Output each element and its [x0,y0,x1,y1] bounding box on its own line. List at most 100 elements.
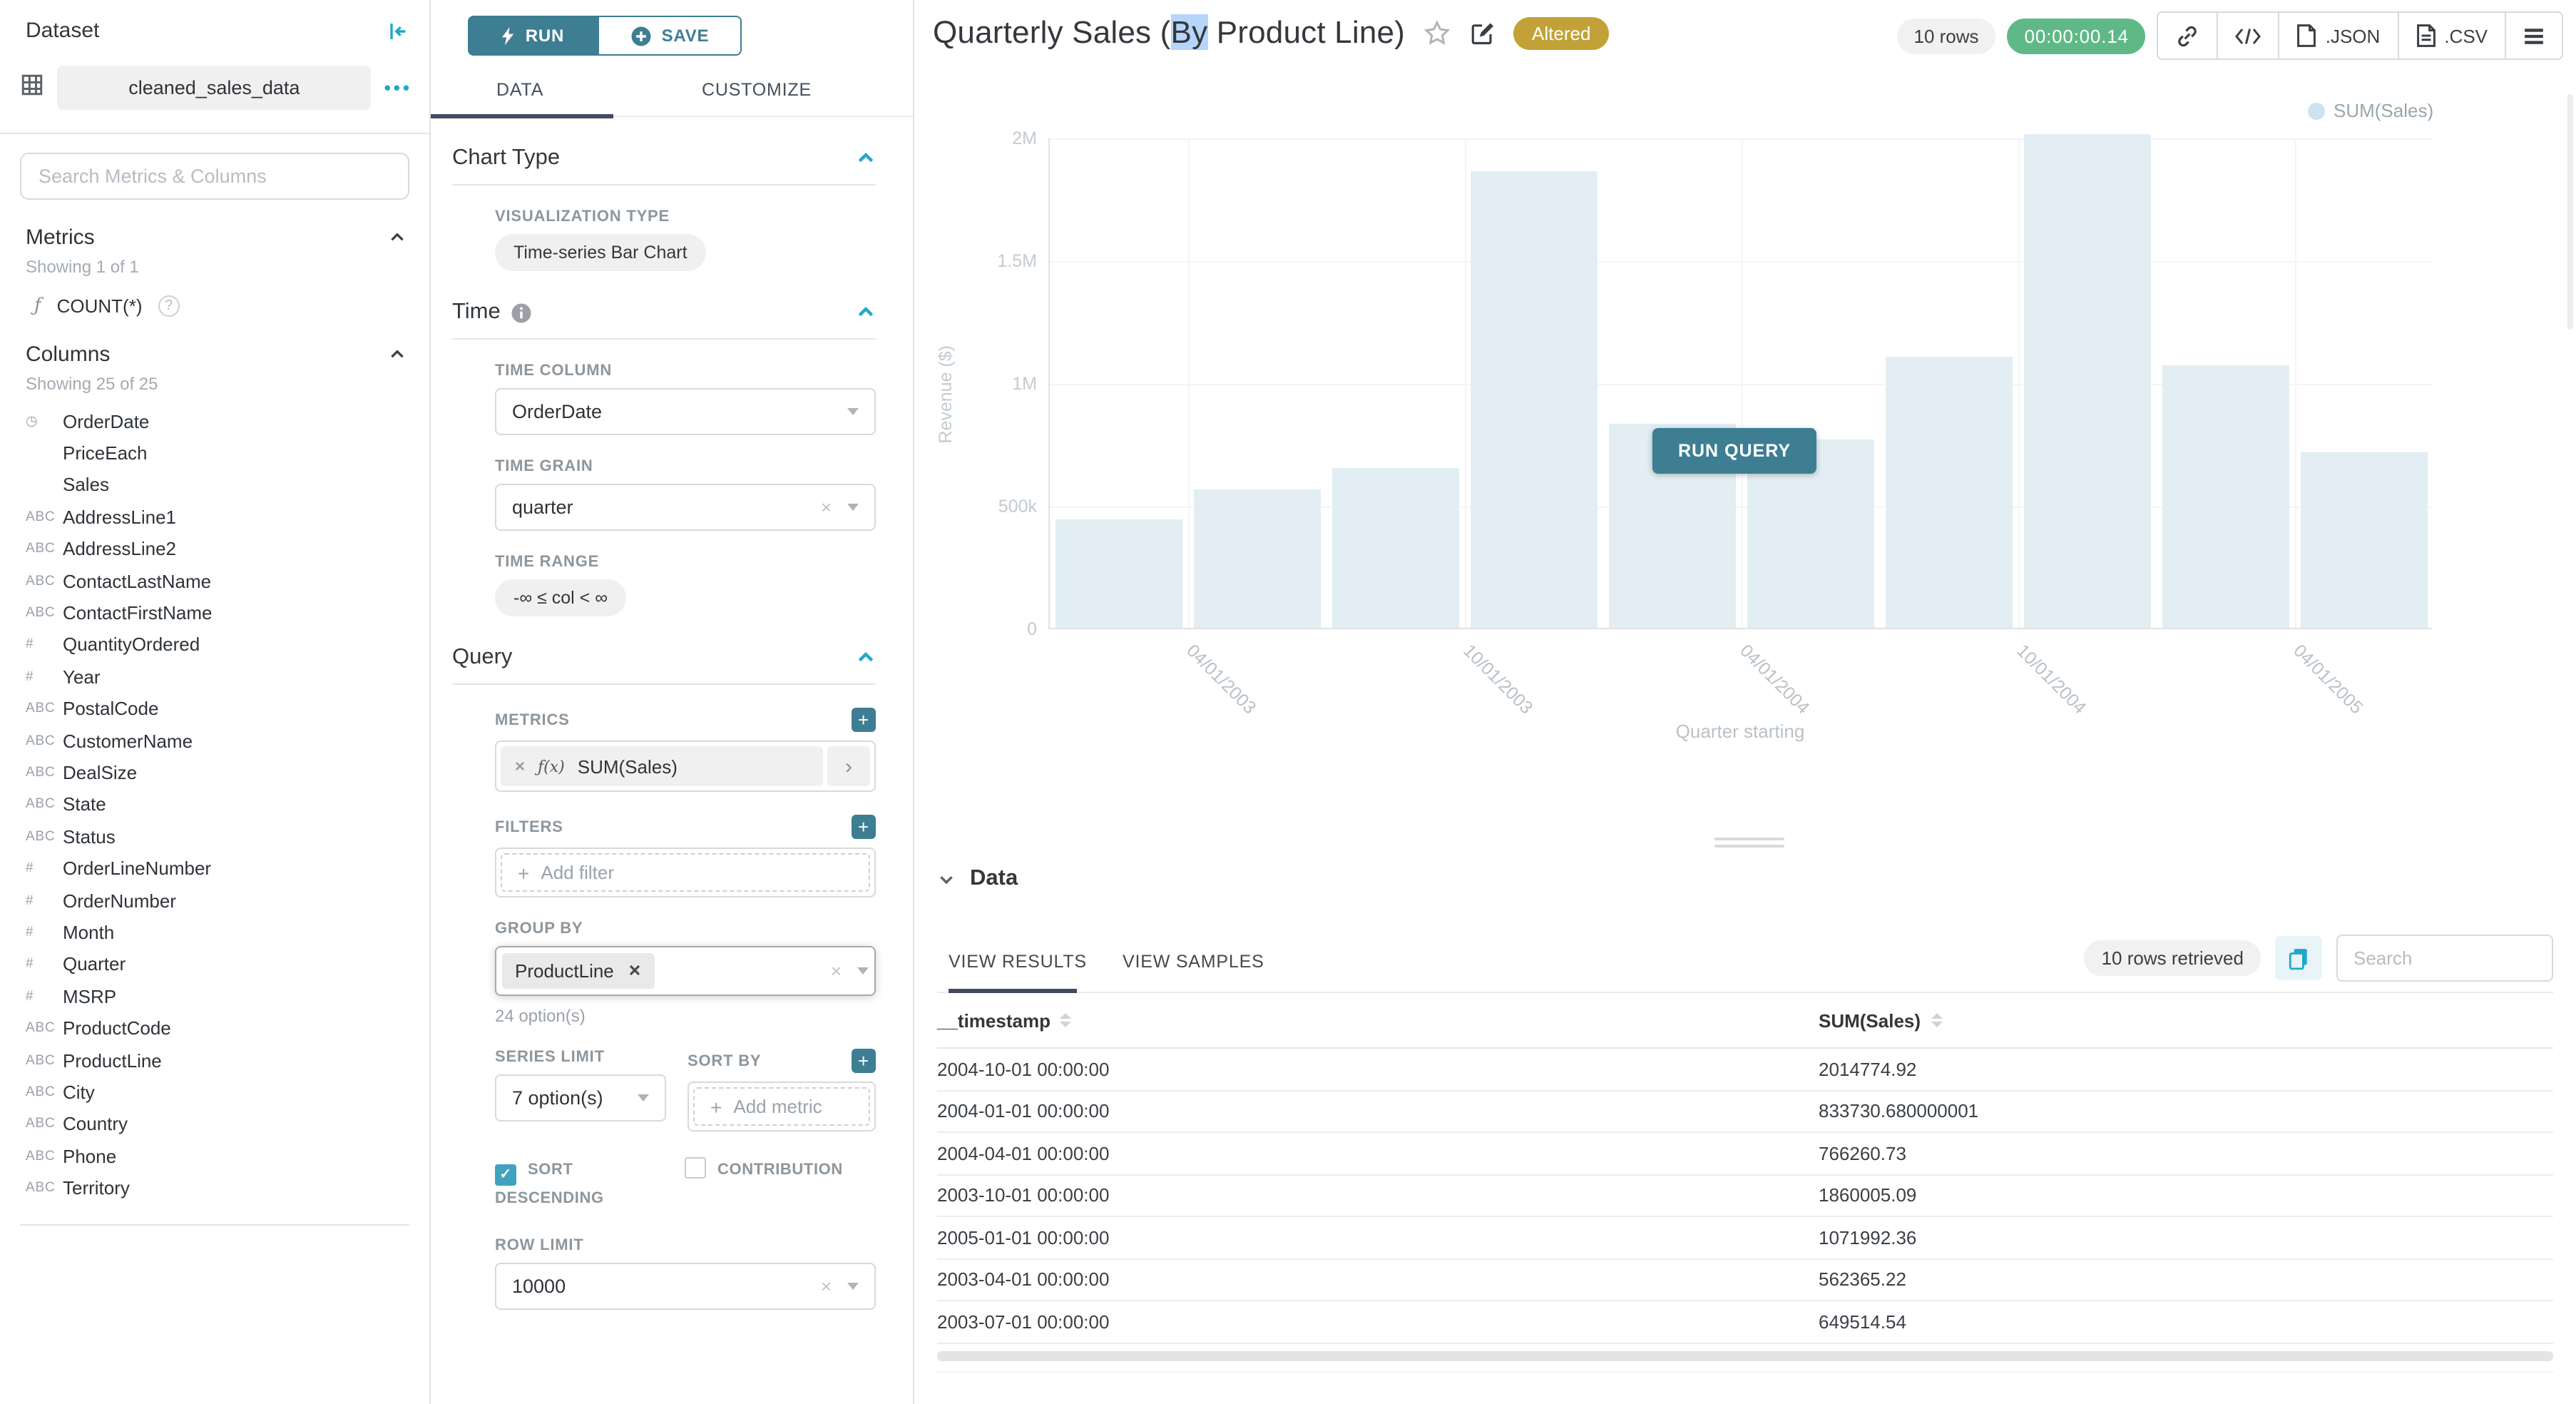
dataset-panel-header: Dataset [0,0,429,54]
results-search-input[interactable] [2336,935,2553,982]
remove-metric-icon[interactable]: × [515,756,525,776]
run-button[interactable]: RUN [468,16,598,56]
column-list-item[interactable]: ABC PostalCode [0,693,429,725]
plus-icon: + [518,861,529,884]
chart-title[interactable]: Quarterly Sales (By Product Line) [933,14,1405,51]
favorite-star-icon[interactable] [1422,18,1452,48]
table-row[interactable]: 2004-10-01 00:00:00 2014774.92 [937,1049,2553,1091]
metric-item[interactable]: ƒ COUNT(*) ? [0,277,429,322]
table-row[interactable]: 2003-04-01 00:00:00 562365.22 [937,1259,2553,1301]
bar-chart[interactable]: SUM(Sales) Revenue ($) 2M 1.5M 1M 500k 0… [916,80,2576,846]
save-button[interactable]: SAVE [598,16,742,56]
run-query-button[interactable]: RUN QUERY [1652,428,1816,474]
horizontal-scrollbar[interactable] [937,1350,2553,1360]
clear-icon[interactable]: × [821,497,832,518]
columns-collapse-icon[interactable] [388,345,407,364]
column-list-item[interactable]: ABC Status [0,820,429,853]
sum-sales-column-header[interactable]: SUM(Sales) [1819,1009,1942,1031]
tab-view-samples[interactable]: VIEW SAMPLES [1123,952,1264,972]
altered-badge[interactable]: Altered [1513,16,1609,49]
copy-link-button[interactable] [2159,13,2219,58]
time-grain-select[interactable]: quarter × [495,484,876,531]
panel-resize-handle[interactable] [1714,838,1784,852]
column-list-item[interactable]: ABC ProductLine [0,1044,429,1077]
viz-type-value[interactable]: Time-series Bar Chart [495,234,706,271]
clear-icon[interactable]: × [831,960,842,982]
export-csv-button[interactable]: .CSV [2398,13,2506,58]
add-filter-dropzone[interactable]: + Add filter [501,853,870,892]
chart-legend[interactable]: SUM(Sales) [2308,100,2433,121]
column-list-item[interactable]: ABC AddressLine1 [0,501,429,533]
expand-metric-icon[interactable]: › [827,746,870,786]
groupby-chip[interactable]: ProductLine ✕ [502,953,654,989]
section-collapse-icon[interactable] [856,648,876,668]
column-list-item[interactable]: # OrderNumber [0,885,429,917]
column-list-item[interactable]: ◷ OrderDate [0,405,429,437]
section-collapse-icon[interactable] [856,302,876,322]
column-list-item[interactable]: # QuantityOrdered [0,629,429,661]
table-row[interactable]: 2003-10-01 00:00:00 1860005.09 [937,1175,2553,1217]
chart-menu-button[interactable] [2506,13,2562,58]
tab-customize[interactable]: CUSTOMIZE [702,80,812,100]
remove-groupby-icon[interactable]: ✕ [628,962,641,980]
clear-icon[interactable]: × [821,1276,832,1297]
column-list-item[interactable]: ABC Territory [0,1172,429,1204]
tab-view-results[interactable]: VIEW RESULTS [949,952,1087,972]
info-icon[interactable] [511,302,532,323]
collapse-sidebar-icon[interactable] [387,19,409,42]
column-label: City [63,1082,95,1103]
add-metric-button[interactable]: + [852,708,876,732]
add-sort-metric-dropzone[interactable]: + Add metric [693,1087,870,1126]
contribution-checkbox[interactable]: CONTRIBUTION [685,1157,843,1214]
column-list-item[interactable]: PriceEach [0,437,429,469]
column-label: Year [63,666,101,688]
column-list-item[interactable]: ABC City [0,1076,429,1108]
sort-descending-checkbox[interactable]: ✓SORT DESCENDING [495,1157,655,1214]
bar [1056,519,1182,628]
section-collapse-icon[interactable] [856,148,876,168]
help-icon[interactable]: ? [158,295,180,317]
tab-data[interactable]: DATA [496,80,543,100]
series-limit-select[interactable]: 7 option(s) [495,1074,666,1121]
column-list-item[interactable]: ABC ProductCode [0,1012,429,1044]
table-row[interactable]: 2004-04-01 00:00:00 766260.73 [937,1133,2553,1175]
column-list-item[interactable]: Sales [0,469,429,502]
table-row[interactable]: 2004-01-01 00:00:00 833730.680000001 [937,1091,2553,1133]
search-metrics-columns-input[interactable] [20,153,409,200]
column-list-item[interactable]: # Month [0,917,429,949]
edit-title-icon[interactable] [1469,19,1496,46]
time-column-select[interactable]: OrderDate [495,388,876,435]
sort-icons[interactable] [1931,1013,1942,1027]
groupby-control[interactable]: ProductLine ✕ × [495,946,876,996]
column-list-item[interactable]: # OrderLineNumber [0,853,429,885]
dataset-name[interactable]: cleaned_sales_data [57,66,372,110]
dataset-menu-icon[interactable]: ••• [384,77,412,98]
column-list-item[interactable]: # Quarter [0,948,429,980]
table-row[interactable]: 2005-01-01 00:00:00 1071992.36 [937,1217,2553,1259]
metrics-title: Metrics [26,225,95,250]
column-list-item[interactable]: ABC State [0,788,429,820]
sort-icons[interactable] [1060,1013,1072,1027]
column-list-item[interactable]: ABC Country [0,1108,429,1140]
column-list-item[interactable]: ABC CustomerName [0,725,429,757]
embed-code-button[interactable] [2219,13,2280,58]
export-json-button[interactable]: .JSON [2280,13,2399,58]
metric-chip[interactable]: × ƒ(x) SUM(Sales) [501,746,823,786]
table-row[interactable]: 2003-07-01 00:00:00 649514.54 [937,1301,2553,1343]
scrollbar-thumb[interactable] [2567,94,2573,330]
copy-results-button[interactable] [2275,936,2322,980]
timestamp-column-header[interactable]: __timestamp [937,1009,1819,1031]
column-list-item[interactable]: ABC ContactFirstName [0,597,429,629]
row-limit-select[interactable]: 10000 × [495,1263,876,1310]
column-list-item[interactable]: # Year [0,661,429,693]
column-list-item[interactable]: ABC AddressLine2 [0,533,429,565]
add-filter-button[interactable]: + [852,815,876,839]
add-sort-metric-button[interactable]: + [852,1049,876,1073]
column-list-item[interactable]: ABC Phone [0,1140,429,1172]
column-list-item[interactable]: ABC ContactLastName [0,565,429,597]
time-range-value[interactable]: -∞ ≤ col < ∞ [495,579,626,616]
column-list-item[interactable]: ABC DealSize [0,757,429,789]
metrics-collapse-icon[interactable] [388,228,407,247]
collapse-data-icon[interactable] [937,870,956,888]
column-list-item[interactable]: # MSRP [0,980,429,1012]
